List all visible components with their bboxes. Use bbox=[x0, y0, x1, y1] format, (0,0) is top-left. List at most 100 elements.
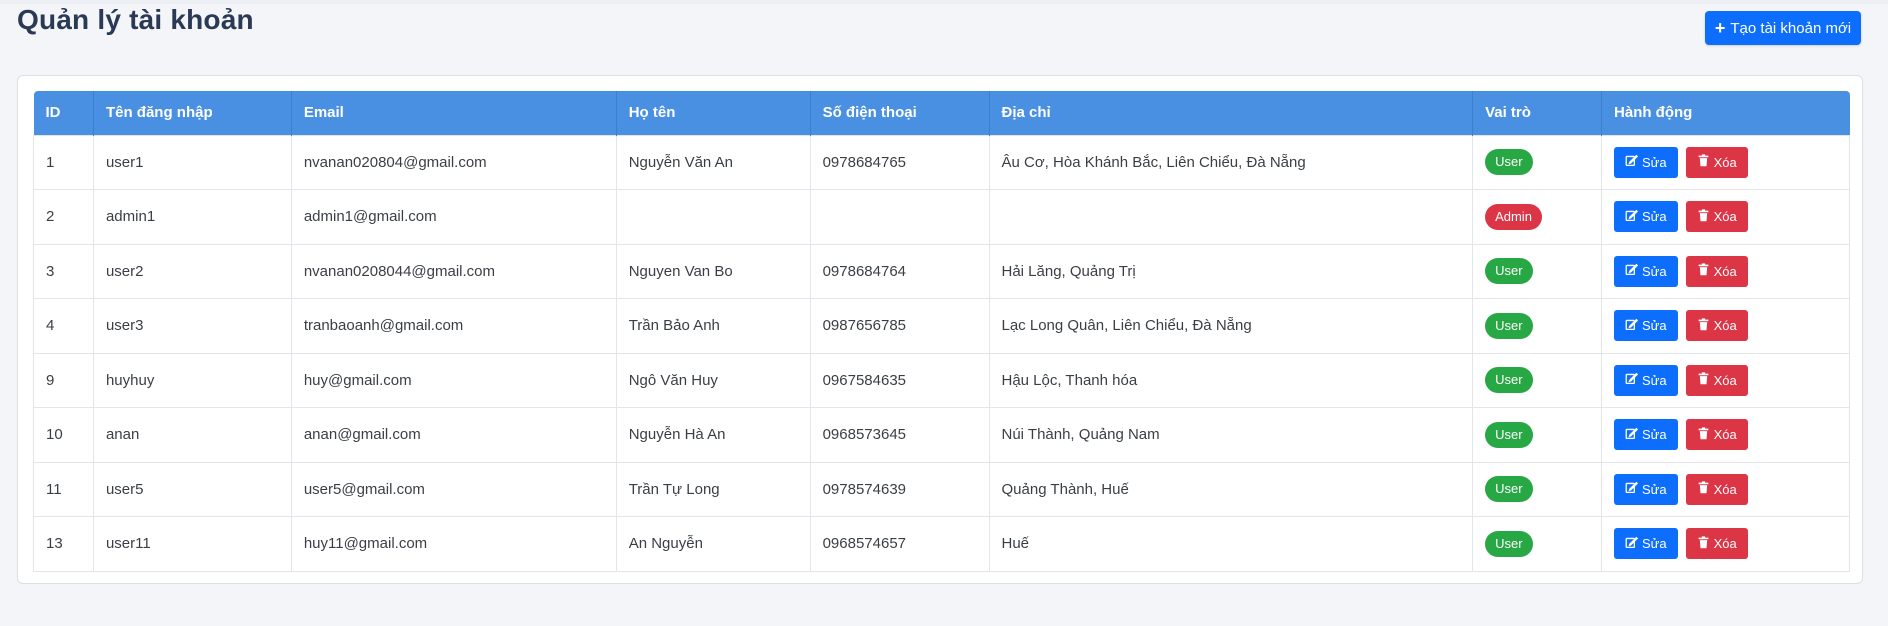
cell-fullname bbox=[615, 189, 811, 245]
create-account-label: Tạo tài khoản mới bbox=[1730, 19, 1852, 37]
cell-role: User bbox=[1472, 461, 1603, 517]
header-fullname: Họ tên bbox=[616, 91, 811, 135]
cell-actions: Sửa Xóa bbox=[1601, 243, 1850, 299]
cell-fullname: An Nguyễn bbox=[615, 516, 811, 572]
edit-button[interactable]: Sửa bbox=[1614, 364, 1678, 396]
plus-icon: + bbox=[1714, 18, 1726, 38]
cell-username: user3 bbox=[92, 298, 292, 354]
role-badge: User bbox=[1485, 421, 1533, 448]
delete-button[interactable]: Xóa bbox=[1685, 473, 1748, 505]
table-row: 11 user5 user5@gmail.com Trần Tự Long 097857… bbox=[33, 461, 1850, 517]
cell-role: User bbox=[1472, 134, 1603, 190]
edit-button[interactable]: Sửa bbox=[1614, 419, 1678, 451]
delete-button[interactable]: Xóa bbox=[1685, 255, 1748, 287]
edit-label: Sửa bbox=[1642, 481, 1667, 497]
cell-actions: Sửa Xóa bbox=[1601, 298, 1850, 354]
delete-label: Xóa bbox=[1713, 154, 1737, 170]
header-actions: Hành động bbox=[1601, 91, 1850, 135]
cell-role: Admin bbox=[1472, 189, 1603, 245]
delete-button[interactable]: Xóa bbox=[1685, 419, 1748, 451]
cell-username: user2 bbox=[92, 243, 292, 299]
edit-label: Sửa bbox=[1642, 372, 1667, 388]
delete-button[interactable]: Xóa bbox=[1685, 201, 1748, 233]
edit-icon bbox=[1625, 427, 1639, 443]
delete-label: Xóa bbox=[1713, 372, 1737, 388]
edit-button[interactable]: Sửa bbox=[1614, 146, 1678, 178]
cell-id: 11 bbox=[33, 461, 94, 517]
cell-id: 4 bbox=[33, 298, 94, 354]
top-bar bbox=[0, 0, 1888, 4]
cell-address: Lạc Long Quân, Liên Chiểu, Đà Nẵng bbox=[988, 298, 1474, 354]
role-badge: Admin bbox=[1485, 203, 1542, 230]
role-badge: User bbox=[1485, 367, 1533, 394]
edit-button[interactable]: Sửa bbox=[1614, 310, 1678, 342]
cell-email: nvanan020804@gmail.com bbox=[290, 134, 617, 190]
delete-label: Xóa bbox=[1713, 481, 1737, 497]
edit-icon bbox=[1625, 372, 1639, 388]
cell-id: 13 bbox=[33, 516, 94, 572]
edit-button[interactable]: Sửa bbox=[1614, 201, 1678, 233]
delete-button[interactable]: Xóa bbox=[1685, 146, 1748, 178]
edit-label: Sửa bbox=[1642, 536, 1667, 552]
cell-email: nvanan0208044@gmail.com bbox=[290, 243, 617, 299]
cell-phone: 0968574657 bbox=[809, 516, 990, 572]
cell-address: Quảng Thành, Huế bbox=[988, 461, 1474, 517]
delete-label: Xóa bbox=[1713, 536, 1737, 552]
cell-email: huy11@gmail.com bbox=[290, 516, 617, 572]
cell-fullname: Trần Bảo Anh bbox=[615, 298, 811, 354]
role-badge: User bbox=[1485, 258, 1533, 285]
cell-address: Hải Lăng, Quảng Trị bbox=[988, 243, 1474, 299]
delete-label: Xóa bbox=[1713, 263, 1737, 279]
edit-icon bbox=[1625, 318, 1639, 334]
cell-role: User bbox=[1472, 243, 1603, 299]
cell-fullname: Nguyễn Hà An bbox=[615, 407, 811, 463]
delete-button[interactable]: Xóa bbox=[1685, 310, 1748, 342]
edit-label: Sửa bbox=[1642, 263, 1667, 279]
cell-phone: 0967584635 bbox=[809, 352, 990, 408]
header-username: Tên đăng nhập bbox=[93, 91, 292, 135]
cell-phone: 0978684764 bbox=[809, 243, 990, 299]
cell-address: Hậu Lộc, Thanh hóa bbox=[988, 352, 1474, 408]
cell-fullname: Trần Tự Long bbox=[615, 461, 811, 517]
table-row: 1 user1 nvanan020804@gmail.com Nguyễn Văn A… bbox=[33, 134, 1850, 190]
delete-label: Xóa bbox=[1713, 209, 1737, 225]
edit-label: Sửa bbox=[1642, 154, 1667, 170]
cell-id: 2 bbox=[33, 189, 94, 245]
create-account-button[interactable]: + Tạo tài khoản mới bbox=[1705, 11, 1861, 45]
delete-button[interactable]: Xóa bbox=[1685, 364, 1748, 396]
cell-actions: Sửa Xóa bbox=[1601, 134, 1850, 190]
cell-id: 1 bbox=[33, 134, 94, 190]
trash-icon bbox=[1697, 372, 1710, 388]
header-role: Vai trò bbox=[1472, 91, 1603, 135]
trash-icon bbox=[1697, 209, 1710, 225]
cell-id: 3 bbox=[33, 243, 94, 299]
cell-fullname: Nguyen Van Bo bbox=[615, 243, 811, 299]
cell-role: User bbox=[1472, 407, 1603, 463]
delete-button[interactable]: Xóa bbox=[1685, 528, 1748, 560]
cell-actions: Sửa Xóa bbox=[1601, 461, 1850, 517]
delete-label: Xóa bbox=[1713, 318, 1737, 334]
cell-actions: Sửa Xóa bbox=[1601, 352, 1850, 408]
cell-email: anan@gmail.com bbox=[290, 407, 617, 463]
header-phone: Số điện thoại bbox=[810, 91, 990, 135]
trash-icon bbox=[1697, 154, 1710, 170]
edit-button[interactable]: Sửa bbox=[1614, 528, 1678, 560]
edit-label: Sửa bbox=[1642, 427, 1667, 443]
accounts-table: ID Tên đăng nhập Email Họ tên Số điện th… bbox=[33, 91, 1850, 572]
cell-address bbox=[988, 189, 1474, 245]
edit-icon bbox=[1625, 263, 1639, 279]
edit-button[interactable]: Sửa bbox=[1614, 255, 1678, 287]
cell-actions: Sửa Xóa bbox=[1601, 189, 1850, 245]
cell-id: 10 bbox=[33, 407, 94, 463]
header-address: Địa chỉ bbox=[989, 91, 1474, 135]
cell-fullname: Ngô Văn Huy bbox=[615, 352, 811, 408]
role-badge: User bbox=[1485, 476, 1533, 503]
edit-icon bbox=[1625, 536, 1639, 552]
edit-button[interactable]: Sửa bbox=[1614, 473, 1678, 505]
cell-username: admin1 bbox=[92, 189, 292, 245]
trash-icon bbox=[1697, 263, 1710, 279]
cell-phone bbox=[809, 189, 990, 245]
table-row: 3 user2 nvanan0208044@gmail.com Nguyen Van … bbox=[33, 243, 1850, 299]
cell-email: admin1@gmail.com bbox=[290, 189, 617, 245]
role-badge: User bbox=[1485, 312, 1533, 339]
